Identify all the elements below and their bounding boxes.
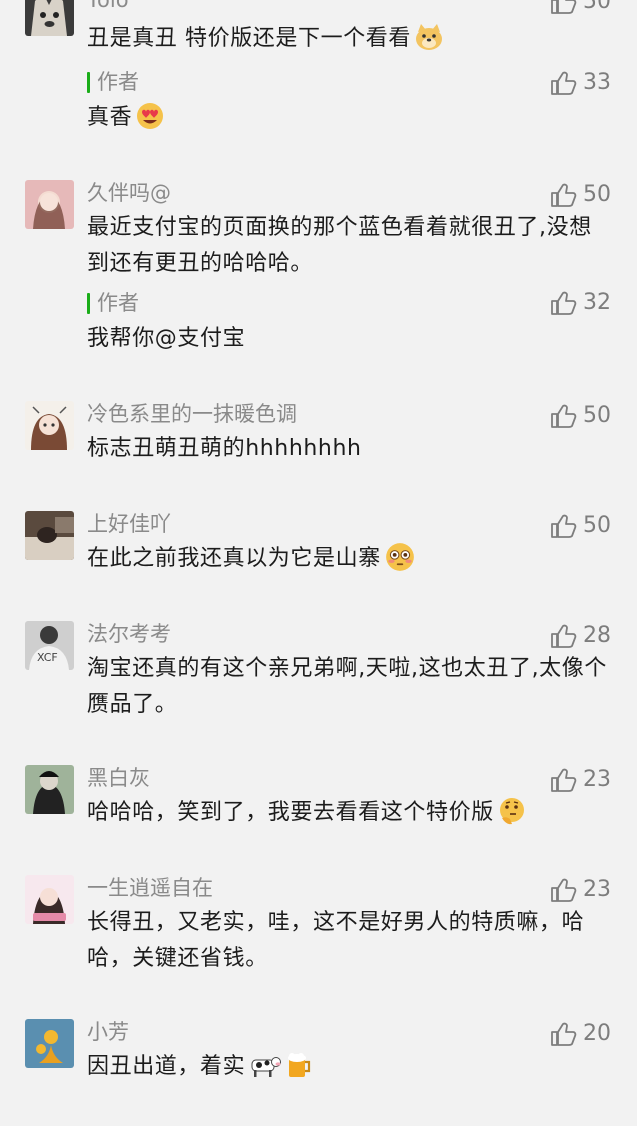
author-label: 作者 — [97, 291, 139, 315]
flushed-emoji — [385, 543, 414, 571]
like-count: 23 — [583, 877, 611, 902]
commenter-name[interactable]: 冷色系里的一抹暖色调 — [87, 401, 297, 427]
commenter-name[interactable]: 上好佳吖 — [87, 511, 171, 537]
thumb-up-icon — [551, 878, 577, 902]
avatar[interactable] — [25, 875, 74, 924]
thumb-up-icon — [551, 0, 577, 14]
comment-text: 标志丑萌丑萌的hhhhhhhh — [87, 436, 362, 461]
author-reply-header: 作者 — [87, 69, 139, 95]
like-button[interactable]: 50 — [550, 401, 611, 431]
comment-text: 丑是真丑 特价版还是下一个看看 — [87, 21, 612, 57]
comment-text: 长得丑，又老实，哇，这不是好男人的特质嘛，哈哈，关键还省钱。 — [87, 910, 585, 971]
avatar[interactable]: XCF — [25, 621, 74, 670]
commenter-name[interactable]: 久伴吗@ — [87, 180, 171, 206]
doge-emoji — [416, 24, 442, 50]
author-indicator — [87, 71, 90, 93]
avatar[interactable] — [25, 180, 74, 229]
comment-text: 最近支付宝的页面换的那个蓝色看着就很丑了,没想到还有更丑的哈哈哈。 — [87, 215, 592, 276]
avatar[interactable] — [25, 511, 74, 560]
avatar[interactable] — [25, 1019, 74, 1068]
comment-list: Yolo 50 丑是真丑 特价版还是下一个看看 作者 33 真香 久伴吗@ 50 — [0, 0, 637, 1126]
thumb-up-icon — [551, 183, 577, 207]
like-count: 50 — [583, 403, 611, 428]
comment-text: 在此之前我还真以为它是山寨 — [87, 541, 612, 577]
commenter-name[interactable]: 一生逍遥自在 — [87, 875, 213, 901]
commenter-name[interactable]: Yolo — [87, 0, 129, 13]
like-count: 23 — [583, 767, 611, 792]
like-button[interactable]: 50 — [550, 0, 611, 17]
avatar[interactable] — [25, 0, 74, 36]
like-count: 20 — [583, 1021, 611, 1046]
like-count: 32 — [583, 290, 611, 315]
like-count: 50 — [583, 182, 611, 207]
author-label: 作者 — [97, 70, 139, 94]
like-count: 33 — [583, 70, 611, 95]
like-button[interactable]: 20 — [550, 1019, 611, 1049]
thumb-up-icon — [551, 624, 577, 648]
comment-text: 淘宝还真的有这个亲兄弟啊,天啦,这也太丑了,太像个赝品了。 — [87, 656, 607, 717]
like-button[interactable]: 28 — [550, 621, 611, 651]
thumb-up-icon — [551, 404, 577, 428]
author-reply-text: 我帮你@支付宝 — [87, 326, 246, 351]
comment-text: 因丑出道，着实 — [87, 1049, 612, 1085]
like-button[interactable]: 50 — [550, 511, 611, 541]
svg-text:XCF: XCF — [37, 651, 58, 664]
author-reply-header: 作者 — [87, 290, 139, 316]
author-indicator — [87, 292, 90, 314]
author-reply-text: 真香 — [87, 100, 612, 136]
commenter-name[interactable]: 黑白灰 — [87, 765, 150, 791]
avatar[interactable] — [25, 765, 74, 814]
thinking-emoji — [499, 798, 524, 825]
thumb-up-icon — [551, 1022, 577, 1046]
commenter-name[interactable]: 法尔考考 — [87, 621, 171, 647]
thumb-up-icon — [551, 768, 577, 792]
like-button[interactable]: 23 — [550, 875, 611, 905]
cow-emoji — [251, 1057, 282, 1077]
like-count: 28 — [583, 623, 611, 648]
commenter-name[interactable]: 小芳 — [87, 1019, 129, 1045]
beer-emoji — [288, 1053, 311, 1077]
like-button[interactable]: 23 — [550, 765, 611, 795]
like-count: 50 — [583, 513, 611, 538]
thumb-up-icon — [551, 291, 577, 315]
thumb-up-icon — [551, 514, 577, 538]
heart-eyes-emoji — [137, 103, 164, 129]
thumb-up-icon — [551, 71, 577, 95]
like-button[interactable]: 32 — [550, 288, 611, 318]
like-button[interactable]: 33 — [550, 68, 611, 98]
avatar[interactable] — [25, 401, 74, 450]
like-button[interactable]: 50 — [550, 180, 611, 210]
comment-text: 哈哈哈，笑到了，我要去看看这个特价版 — [87, 795, 612, 831]
like-count: 50 — [583, 0, 611, 14]
